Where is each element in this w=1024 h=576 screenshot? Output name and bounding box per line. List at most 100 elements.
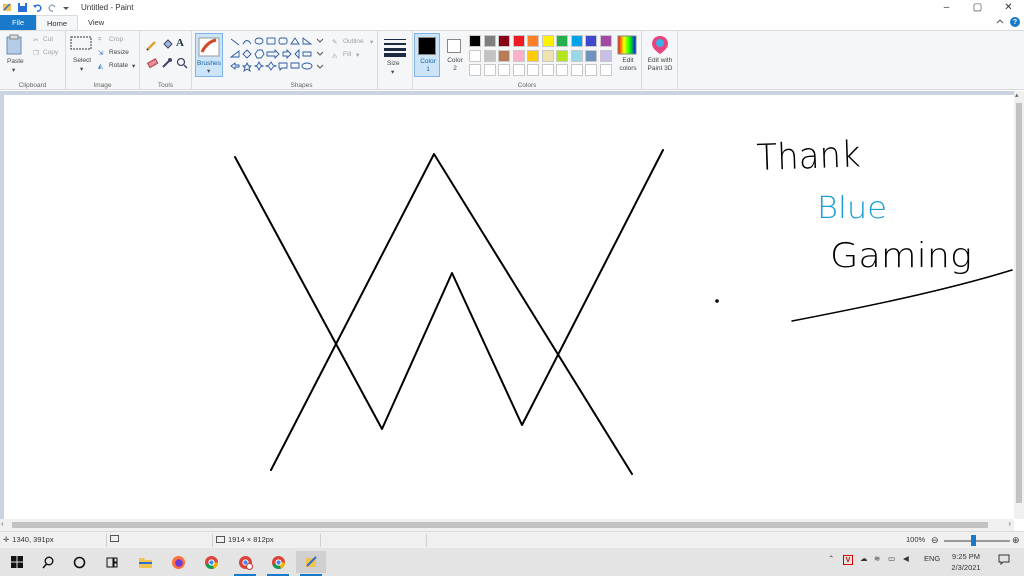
horizontal-scroll-thumb[interactable] (12, 522, 988, 528)
select-button[interactable]: Select ▾ (70, 35, 96, 77)
palette-swatch[interactable] (541, 49, 554, 62)
fill-bucket-icon[interactable] (161, 39, 173, 53)
tab-file[interactable]: File (0, 15, 36, 30)
magnifier-icon[interactable] (176, 57, 188, 71)
palette-swatch[interactable] (527, 35, 539, 47)
shapes-gallery[interactable] (229, 35, 327, 75)
show-hidden-icons[interactable]: ⌃ (828, 554, 834, 563)
zoom-slider-thumb[interactable] (971, 535, 976, 546)
search-button[interactable] (33, 551, 63, 573)
tab-view[interactable]: View (78, 15, 114, 30)
scroll-right-icon[interactable]: › (1008, 519, 1011, 528)
palette-swatch[interactable] (512, 35, 525, 47)
customize-qat-icon[interactable] (62, 2, 73, 13)
color2-button[interactable]: Color 2 (442, 33, 468, 77)
palette-swatch[interactable] (527, 49, 539, 62)
palette-swatch[interactable] (498, 49, 510, 62)
palette-swatch[interactable] (469, 49, 481, 62)
canvas-workspace: Thank Blue Gaming (0, 91, 1014, 519)
crop-button[interactable]: ⌗ Crop (98, 35, 136, 46)
palette-swatch[interactable] (599, 35, 612, 47)
copy-button[interactable]: ❐ Copy (33, 48, 63, 59)
vertical-scrollbar[interactable]: ▴ (1014, 91, 1024, 519)
ribbon: Paste ▾ ✂ Cut ❐ Copy Clipboard Select ▾ … (0, 30, 1024, 90)
zoom-slider-track[interactable] (944, 540, 1010, 542)
language-indicator[interactable]: ENG (924, 554, 940, 563)
minimize-button[interactable]: – (931, 0, 962, 15)
start-button[interactable] (2, 551, 32, 573)
palette-swatch[interactable] (585, 35, 597, 47)
zoom-in-icon[interactable]: ⊕ (1012, 535, 1020, 546)
palette-swatch[interactable] (556, 35, 568, 47)
palette-swatch[interactable] (570, 49, 583, 62)
paint-taskbar-button[interactable] (296, 551, 326, 576)
taskbar-clock[interactable]: 9:25 PM 2/3/2021 (944, 551, 988, 573)
fill-button[interactable]: ◬ Fill ▾ (332, 50, 376, 61)
palette-swatch[interactable] (599, 64, 612, 76)
save-icon[interactable] (17, 2, 28, 13)
cortana-button[interactable] (64, 551, 94, 573)
eraser-icon[interactable] (146, 57, 159, 71)
volume-tray-icon[interactable]: ◀ (903, 554, 909, 563)
chrome-second-button[interactable] (263, 551, 293, 576)
outline-button[interactable]: ✎ Outline ▾ (332, 37, 376, 48)
chrome-button[interactable] (196, 551, 226, 573)
edit-colors-button[interactable]: Edit colors (614, 33, 642, 77)
pencil-icon[interactable] (146, 39, 158, 53)
onedrive-tray-icon[interactable]: ☁ (860, 554, 868, 563)
text-tool-icon[interactable]: A (176, 37, 184, 49)
zoom-out-icon[interactable]: ⊖ (931, 535, 939, 546)
palette-swatch[interactable] (599, 49, 612, 62)
palette-swatch[interactable] (585, 64, 597, 76)
brush-icon (198, 37, 220, 57)
redo-icon[interactable] (47, 2, 58, 13)
help-icon[interactable]: ? (1010, 17, 1020, 27)
resize-button[interactable]: ⇲ Resize (98, 48, 136, 59)
battery-tray-icon[interactable]: ▭ (888, 554, 895, 563)
horizontal-scrollbar[interactable]: ‹ › (0, 519, 1014, 531)
palette-swatch[interactable] (483, 64, 496, 76)
task-view-button[interactable] (97, 551, 127, 573)
maximize-button[interactable]: ▢ (962, 0, 993, 15)
palette-swatch[interactable] (469, 35, 481, 47)
cut-button[interactable]: ✂ Cut (33, 35, 63, 46)
brushes-button[interactable]: Brushes ▾ (195, 33, 223, 77)
drawing-canvas[interactable]: Thank Blue Gaming (4, 95, 1014, 519)
color1-button[interactable]: Color 1 (414, 33, 440, 77)
chrome-icon-2 (271, 555, 285, 569)
palette-swatch[interactable] (469, 64, 481, 76)
color-picker-icon[interactable] (161, 57, 173, 71)
vertical-scroll-thumb[interactable] (1016, 103, 1022, 503)
scroll-left-icon[interactable]: ‹ (1, 519, 4, 528)
size-button[interactable]: Size ▾ (380, 35, 410, 77)
palette-swatch[interactable] (512, 64, 525, 76)
palette-swatch[interactable] (570, 64, 583, 76)
scroll-up-icon[interactable]: ▴ (1015, 91, 1019, 99)
palette-swatch[interactable] (527, 64, 539, 76)
paste-button[interactable]: Paste ▾ (4, 34, 28, 76)
palette-swatch[interactable] (483, 35, 496, 47)
palette-swatch[interactable] (541, 35, 554, 47)
palette-swatch[interactable] (570, 35, 583, 47)
undo-icon[interactable] (32, 2, 43, 13)
palette-swatch[interactable] (585, 49, 597, 62)
palette-swatch[interactable] (483, 49, 496, 62)
chrome-profile-button[interactable] (230, 551, 260, 576)
antivirus-tray-icon[interactable]: V (843, 555, 853, 565)
palette-swatch[interactable] (541, 64, 554, 76)
palette-swatch[interactable] (556, 64, 568, 76)
notifications-icon[interactable] (998, 553, 1010, 567)
tab-home[interactable]: Home (36, 15, 79, 30)
palette-swatch[interactable] (556, 49, 568, 62)
edit-with-paint3d-button[interactable]: Edit with Paint 3D (644, 33, 676, 77)
rotate-button[interactable]: ◭ Rotate ▾ (98, 61, 138, 72)
stroke-large-v-left (234, 149, 664, 430)
palette-swatch[interactable] (498, 35, 510, 47)
collapse-ribbon-icon[interactable] (996, 17, 1004, 27)
palette-swatch[interactable] (498, 64, 510, 76)
firefox-button[interactable] (163, 551, 193, 573)
file-explorer-button[interactable] (130, 551, 160, 573)
wifi-tray-icon[interactable]: ≋ (874, 554, 880, 563)
close-button[interactable]: ✕ (993, 0, 1024, 15)
palette-swatch[interactable] (512, 49, 525, 62)
